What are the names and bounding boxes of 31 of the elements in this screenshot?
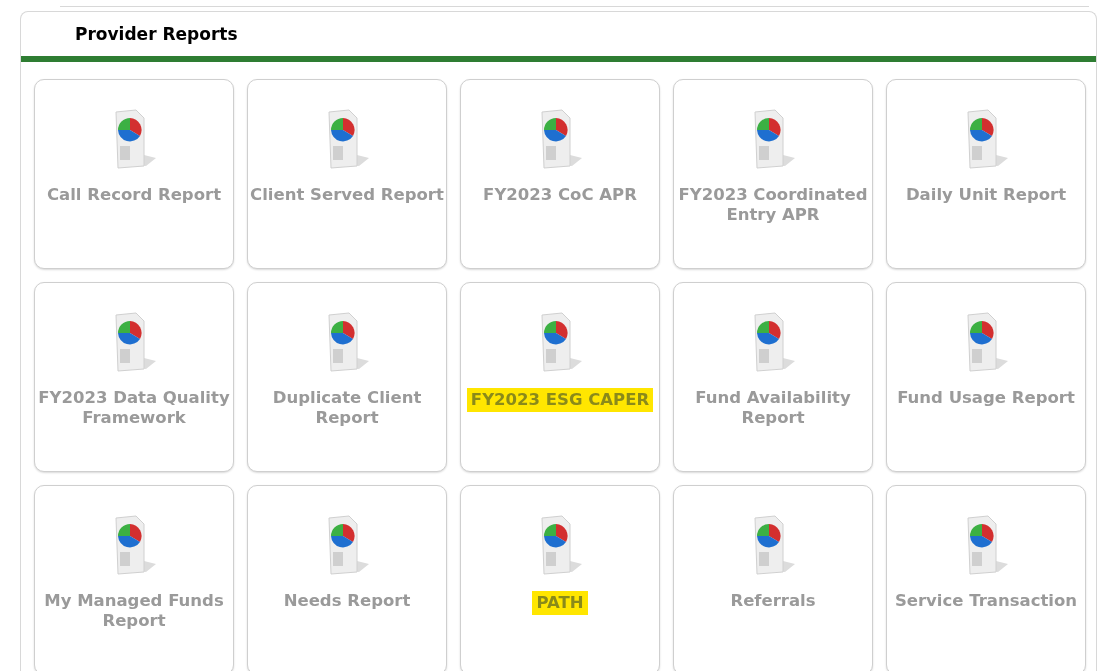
report-tile[interactable]: Daily Unit Report: [886, 79, 1086, 269]
report-tile[interactable]: Needs Report: [247, 485, 447, 671]
report-label: My Managed Funds Report: [43, 591, 225, 631]
report-label: FY2023 Coordinated Entry APR: [677, 185, 869, 225]
report-label: Duplicate Client Report: [271, 388, 423, 428]
report-tile[interactable]: FY2023 Data Quality Framework: [34, 282, 234, 472]
report-label: FY2023 ESG CAPER: [466, 388, 654, 412]
report-label: Service Transaction: [893, 591, 1079, 611]
report-label: Needs Report: [282, 591, 412, 611]
panel-title: Provider Reports: [75, 24, 238, 44]
report-tile[interactable]: Referrals: [673, 485, 873, 671]
report-tile[interactable]: Call Record Report: [34, 79, 234, 269]
report-tile[interactable]: Service Transaction: [886, 485, 1086, 671]
report-label: Daily Unit Report: [904, 185, 1068, 205]
report-tile[interactable]: FY2023 ESG CAPER: [460, 282, 660, 472]
report-label: FY2023 CoC APR: [482, 185, 638, 205]
report-tile[interactable]: Fund Availability Report: [673, 282, 873, 472]
report-label: Fund Usage Report: [896, 388, 1076, 408]
report-label: Client Served Report: [249, 185, 445, 205]
report-tile[interactable]: Duplicate Client Report: [247, 282, 447, 472]
report-label: PATH: [532, 591, 588, 615]
report-tile[interactable]: Client Served Report: [247, 79, 447, 269]
report-tile[interactable]: FY2023 CoC APR: [460, 79, 660, 269]
report-tile[interactable]: FY2023 Coordinated Entry APR: [673, 79, 873, 269]
report-tile[interactable]: My Managed Funds Report: [34, 485, 234, 671]
report-label: FY2023 Data Quality Framework: [37, 388, 231, 428]
report-tile[interactable]: Fund Usage Report: [886, 282, 1086, 472]
report-label: Fund Availability Report: [694, 388, 852, 428]
report-label: Referrals: [729, 591, 817, 611]
report-label: Call Record Report: [45, 185, 223, 205]
report-tile[interactable]: PATH: [460, 485, 660, 671]
